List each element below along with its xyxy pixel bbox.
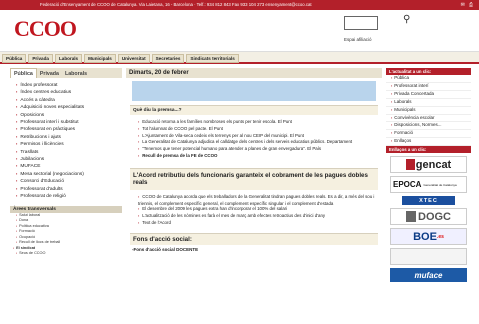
article-item: L'actualització de les nòmines es farà e… (138, 213, 378, 220)
actualitat-item[interactable]: Pública (386, 75, 471, 83)
actualitat-heading: L'actualitat a un clic: (386, 68, 471, 75)
enllacos-heading: Enllaços a un clic: (386, 146, 471, 154)
press-item[interactable]: Tot l'alumnat de CCOO pel pacte. El Punt (138, 126, 378, 133)
menu-item-privada[interactable]: Privada (28, 54, 53, 63)
xtec-logo-link[interactable]: XTEC (402, 196, 455, 206)
right-sidebar: L'actualitat a un clic: Pública Professo… (386, 68, 471, 324)
boe-label: BOE (413, 230, 437, 243)
sidebar-tabs: Pública Privada Laborals (10, 68, 122, 78)
press-item[interactable]: "Tenemos que tener potencial humano para… (138, 146, 378, 153)
banner-image[interactable] (132, 81, 376, 101)
sidebar-item[interactable]: Retribucions i ajuts (16, 134, 122, 141)
sidebar-item[interactable]: Professorat interí i substitut (16, 119, 122, 126)
ccoo-logo[interactable]: CCOO (14, 16, 77, 42)
press-item[interactable]: L'Ajuntament de Vila-seca cedeix els ter… (138, 133, 378, 140)
sidebar-item[interactable]: Permisos i llicències (16, 141, 122, 148)
news-section-title: Què diu la premsa...? (130, 105, 378, 115)
tab-publica[interactable]: Pública (10, 68, 37, 78)
sidebar-item[interactable]: Trasllats (16, 149, 122, 156)
epoca-label: EPOCA (393, 180, 422, 190)
date-heading: Dimarts, 20 de febrer (126, 68, 382, 78)
boe-logo-link[interactable]: BOE .es (390, 228, 467, 246)
sidebar-item[interactable]: Accés a càtedra (16, 97, 122, 104)
actualitat-item[interactable]: Disposicions, Normes... (386, 122, 471, 131)
actualitat-item[interactable]: Municipals (386, 107, 471, 115)
epoca-tag: Generalitat de Catalunya (423, 182, 457, 187)
left-sidebar: PúblicaPrivadaLaborals Índex professorat… (10, 68, 122, 318)
press-item[interactable]: Recull de premsa de la FE de CCOO (138, 153, 378, 160)
sindicat-item[interactable]: Seus de CCOO (10, 251, 122, 257)
fons-section-title: Fons d'acció social: (130, 232, 378, 245)
gencat-mark-icon (405, 159, 415, 171)
gencat-label: gencat (415, 158, 452, 171)
sidebar-nav: Índex professorat Índex centres educatiu… (10, 78, 122, 201)
sidebar-item[interactable]: Consorci d'Educació (16, 178, 122, 185)
tab-laborals[interactable]: Laborals (62, 69, 90, 79)
menu-item-sindicats[interactable]: Sindicats territorials (186, 54, 239, 63)
main-menu: Pública Privada Laborals Municipals Universi… (0, 52, 479, 64)
actualitat-item[interactable]: Enllaços (386, 138, 471, 147)
menu-item-secretaries[interactable]: Secretaries (151, 54, 185, 63)
article-list: CCOO de Catalunya acorda que els treball… (138, 194, 378, 227)
actualitat-item[interactable]: Professorat interí (386, 83, 471, 91)
site-header: CCOO ⚲ Espai afiliació (0, 10, 479, 52)
print-icon[interactable]: ⎙ (469, 0, 473, 10)
actualitat-list: Pública Professorat interí Privada Conce… (386, 75, 471, 147)
fons-link[interactable]: -Fons d'acció social DOCENTE (132, 247, 378, 252)
dogc-label: DOGC (418, 210, 451, 223)
article-item: CCOO de Catalunya acorda que els treball… (138, 194, 378, 207)
sidebar-item[interactable]: Adquisició noves especialitats (16, 104, 122, 111)
actualitat-item[interactable]: Formació (386, 130, 471, 139)
sidebar-item[interactable]: Índex professorat (16, 82, 122, 89)
gencat-logo-link[interactable]: gencat (390, 156, 467, 174)
muface-logo-link[interactable]: muface (390, 268, 467, 283)
menu-item-laborals[interactable]: Laborals (54, 54, 83, 63)
press-item[interactable]: Educació retorna a les famílies nombrose… (138, 119, 378, 126)
menu-item-municipals[interactable]: Municipals (84, 54, 116, 63)
sidebar-item[interactable]: Professorat d'adults (16, 186, 122, 193)
menu-item-publica[interactable]: Pública (2, 54, 27, 63)
sidebar-item[interactable]: Índex centres educatius (16, 89, 122, 96)
press-list: Educació retorna a les famílies nombrose… (138, 119, 378, 160)
top-contact-bar: Federació d'Ensenyament de CCOO de Catal… (0, 0, 479, 10)
affiliate-link[interactable]: Espai afiliació (344, 37, 372, 42)
dogc-logo-link[interactable]: DOGC (390, 208, 467, 226)
boe-suffix: .es (436, 233, 444, 240)
search-box[interactable] (344, 16, 378, 30)
article-item[interactable]: Text de l'Acord (138, 220, 378, 227)
contact-text: Federació d'Ensenyament de CCOO de Catal… (40, 2, 312, 7)
article-title[interactable]: L'Acord retributiu dels funcionaris gara… (130, 167, 378, 190)
sidebar-item[interactable]: Oposicions (16, 112, 122, 119)
article-item: El desembre del 2009 les pagues extra ha… (138, 206, 378, 213)
areas-heading: Àrees transversals (10, 205, 122, 213)
sidebar-item[interactable]: MUFACE (16, 163, 122, 170)
areas-list: Salut laboral Dona Política educativa Fo… (10, 213, 122, 257)
actualitat-item[interactable]: Privada Concertada (386, 91, 471, 99)
sidebar-item[interactable]: Mesa sectorial (negociacions) (16, 171, 122, 178)
tab-privada[interactable]: Privada (37, 69, 62, 79)
magnifier-icon[interactable]: ⚲ (403, 14, 410, 25)
pdf-banner-link[interactable] (390, 248, 467, 266)
sidebar-item[interactable]: Professorat en pràctiques (16, 126, 122, 133)
actualitat-item[interactable]: Convivència escolar (386, 115, 471, 123)
mail-icon[interactable]: ✉ (461, 0, 465, 10)
menu-item-universitat[interactable]: Universitat (117, 54, 150, 63)
press-item[interactable]: La Generalitat de Catalunya adjudica el … (138, 139, 378, 146)
actualitat-item[interactable]: Laborals (386, 99, 471, 107)
main-content: Dimarts, 20 de febrer Què diu la premsa.… (126, 68, 382, 324)
dogc-mark-icon (406, 211, 416, 223)
sidebar-item[interactable]: Jubilacions (16, 156, 122, 163)
sidebar-item[interactable]: Professorat de religió (16, 193, 122, 200)
epoca-logo-link[interactable]: EPOCA Generalitat de Catalunya (390, 176, 467, 194)
